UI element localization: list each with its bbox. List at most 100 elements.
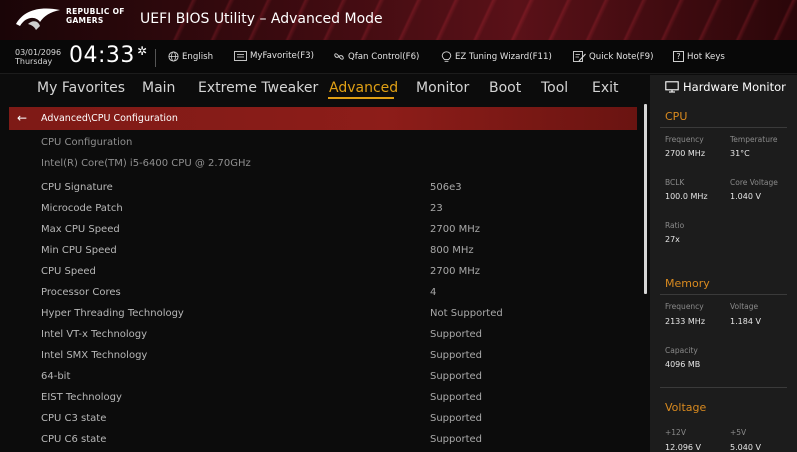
hw-ratio: 27x	[665, 235, 680, 244]
hw-mem-frequency-label: Frequency	[665, 302, 704, 311]
hw-core-voltage: 1.040 V	[730, 192, 761, 201]
settings-scrollbar[interactable]	[644, 104, 647, 294]
setting-value: Supported	[430, 434, 483, 445]
setting-row: CPU Speed 2700 MHz	[0, 261, 637, 282]
language-label: English	[182, 51, 214, 62]
setting-value: 2700 MHz	[430, 266, 481, 277]
hw-cpu-title: CPU	[665, 110, 688, 123]
title-bar: REPUBLIC OF GAMERS UEFI BIOS Utility – A…	[0, 0, 797, 40]
tab-advanced[interactable]: Advanced	[329, 80, 398, 96]
setting-label: EIST Technology	[41, 392, 122, 403]
hw-mem-voltage-label: Voltage	[730, 302, 759, 311]
setting-row: CPU C6 state Supported	[0, 429, 637, 450]
hw-mem-voltage: 1.184 V	[730, 317, 761, 326]
section-title: CPU Configuration	[41, 137, 133, 148]
setting-value: Not Supported	[430, 308, 503, 319]
hardware-monitor-panel: Hardware Monitor CPU Frequency 2700 MHz …	[650, 75, 797, 452]
active-tab-underline	[328, 97, 394, 99]
hw-cpu-temperature: 31°C	[730, 149, 750, 158]
tab-boot[interactable]: Boot	[489, 80, 521, 96]
setting-label: Min CPU Speed	[41, 245, 117, 256]
hw-5v-label: +5V	[730, 428, 747, 437]
setting-row: Intel VT-x Technology Supported	[0, 324, 637, 345]
hw-voltage-title: Voltage	[665, 401, 707, 414]
setting-value: 800 MHz	[430, 245, 474, 256]
setting-row: 64-bit Supported	[0, 366, 637, 387]
note-pencil-icon	[573, 51, 586, 62]
setting-label: CPU C3 state	[41, 413, 107, 424]
quick-note-button[interactable]: Quick Note(F9)	[573, 51, 654, 62]
hardware-monitor-title: Hardware Monitor	[683, 80, 786, 94]
section-title-row: CPU Configuration	[0, 132, 637, 153]
tab-extreme-tweaker[interactable]: Extreme Tweaker	[198, 80, 318, 96]
setting-label: CPU C6 state	[41, 434, 107, 445]
tab-monitor[interactable]: Monitor	[416, 80, 469, 96]
brand-text: REPUBLIC OF GAMERS	[66, 7, 125, 25]
hot-keys-button[interactable]: ? Hot Keys	[673, 51, 725, 62]
qfan-label: Qfan Control(F6)	[348, 51, 420, 62]
hw-divider	[660, 387, 787, 388]
toolbar-divider	[155, 49, 156, 67]
cpu-name-row: Intel(R) Core(TM) i5-6400 CPU @ 2.70GHz	[0, 153, 637, 174]
setting-value: 506e3	[430, 182, 462, 193]
setting-label: Microcode Patch	[41, 203, 123, 214]
tab-tool[interactable]: Tool	[541, 80, 568, 96]
hw-core-voltage-label: Core Voltage	[730, 178, 778, 187]
setting-row: Microcode Patch 23	[0, 198, 637, 219]
hw-12v: 12.096 V	[665, 443, 702, 452]
quick-note-label: Quick Note(F9)	[589, 51, 654, 62]
main-nav: My Favorites Main Extreme Tweaker Advanc…	[0, 75, 645, 105]
setting-label: CPU Signature	[41, 182, 113, 193]
setting-value: Supported	[430, 413, 483, 424]
date-text: 03/01/2096	[15, 48, 62, 57]
hot-keys-label: Hot Keys	[687, 51, 725, 62]
setting-label: Hyper Threading Technology	[41, 308, 184, 319]
setting-row: Hyper Threading Technology Not Supported	[0, 303, 637, 324]
setting-value: Supported	[430, 392, 483, 403]
setting-row: CPU Signature 506e3	[0, 177, 637, 198]
breadcrumb: ← Advanced\CPU Configuration	[9, 107, 637, 130]
tab-my-favorites[interactable]: My Favorites	[37, 80, 125, 96]
back-arrow-icon[interactable]: ←	[17, 107, 27, 130]
language-button[interactable]: English	[168, 51, 213, 62]
setting-row: EIST Technology Supported	[0, 387, 637, 408]
setting-label: 64-bit	[41, 371, 71, 382]
setting-label: Intel VT-x Technology	[41, 329, 148, 340]
tab-main[interactable]: Main	[142, 80, 175, 96]
myfavorite-button[interactable]: MyFavorite(F3)	[234, 51, 314, 61]
breadcrumb-path: Advanced\CPU Configuration	[41, 113, 178, 124]
setting-label: Processor Cores	[41, 287, 121, 298]
rog-logo-icon	[16, 8, 60, 30]
qfan-control-button[interactable]: Qfan Control(F6)	[333, 51, 419, 62]
globe-icon	[168, 51, 179, 62]
brand-line-2: GAMERS	[66, 16, 104, 25]
hw-bclk-label: BCLK	[665, 178, 685, 187]
setting-row: Processor Cores 4	[0, 282, 637, 303]
setting-label: Intel SMX Technology	[41, 350, 148, 361]
monitor-icon	[665, 81, 679, 93]
setting-row: Intel SMX Technology Supported	[0, 345, 637, 366]
setting-row: Min CPU Speed 800 MHz	[0, 240, 637, 261]
brand-line-1: REPUBLIC OF	[66, 7, 125, 16]
fan-icon	[334, 53, 344, 60]
setting-value: Supported	[430, 371, 483, 382]
hw-cpu-frequency: 2700 MHz	[665, 149, 706, 158]
hw-capacity: 4096 MB	[665, 360, 701, 369]
clock-time: 04:33	[69, 43, 135, 68]
setting-row: Max CPU Speed 2700 MHz	[0, 219, 637, 240]
setting-value: Supported	[430, 329, 483, 340]
clock-settings-gear-icon[interactable]: ✲	[137, 44, 147, 58]
cpu-name: Intel(R) Core(TM) i5-6400 CPU @ 2.70GHz	[41, 158, 251, 169]
hw-mem-frequency: 2133 MHz	[665, 317, 706, 326]
setting-value: 23	[430, 203, 443, 214]
setting-label: Max CPU Speed	[41, 224, 120, 235]
hw-cpu-temperature-label: Temperature	[730, 135, 778, 144]
hw-5v: 5.040 V	[730, 443, 761, 452]
ez-tuning-wizard-button[interactable]: EZ Tuning Wizard(F11)	[441, 51, 552, 63]
setting-label: CPU Speed	[41, 266, 96, 277]
help-question-icon: ?	[673, 51, 684, 62]
hw-divider	[660, 127, 787, 128]
hw-ratio-label: Ratio	[665, 221, 685, 230]
tab-exit[interactable]: Exit	[592, 80, 619, 96]
toolbar: 03/01/2096 Thursday 04:33 ✲ English MyFa…	[0, 40, 797, 74]
